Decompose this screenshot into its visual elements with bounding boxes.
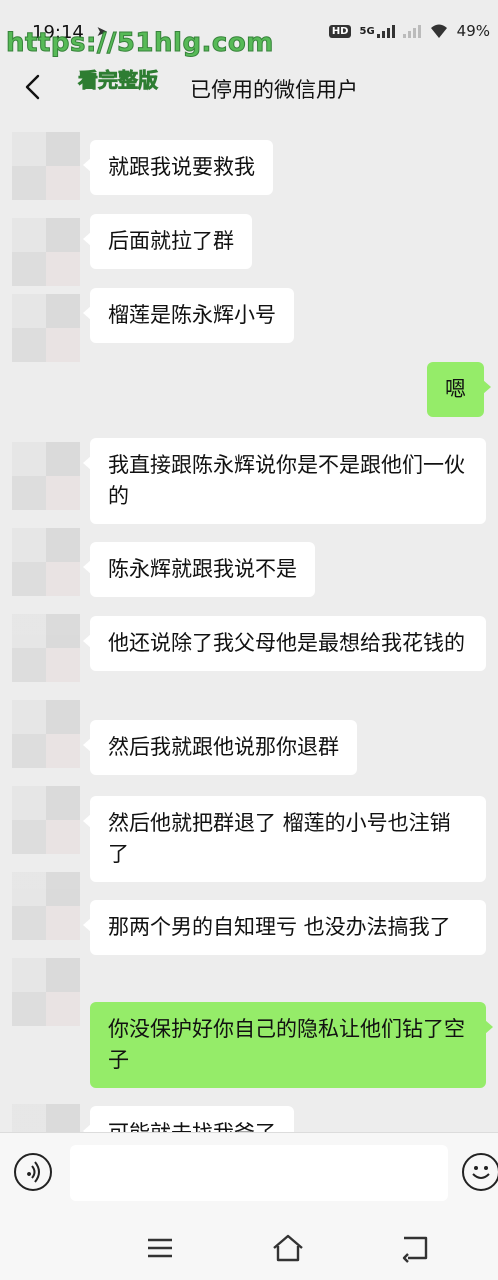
voice-icon[interactable] (14, 1153, 52, 1191)
avatar[interactable] (12, 294, 80, 362)
chat-area[interactable]: 就跟我说要救我 后面就拉了群 榴莲是陈永辉小号 嗯 我直接跟陈永辉说你是不是跟他… (0, 114, 498, 1132)
message-bubble-own[interactable]: 你没保护好你自己的隐私让他们钻了空子 (90, 1002, 493, 1088)
avatar[interactable] (12, 442, 80, 510)
message-bubble[interactable]: 然后我就跟他说那你退群 (83, 720, 357, 775)
network-label: 5G (359, 25, 375, 37)
hd-badge: HD (328, 24, 352, 38)
message-bubble[interactable]: 然后他就把群退了 榴莲的小号也注销了 (83, 796, 486, 882)
avatar[interactable] (12, 614, 80, 682)
wifi-icon (430, 24, 447, 38)
message-bubble[interactable]: 我直接跟陈永辉说你是不是跟他们一伙的 (83, 438, 486, 524)
avatar[interactable] (12, 958, 80, 1026)
chat-title: 已停用的微信用户 (190, 78, 358, 102)
signal-icon-2 (402, 24, 421, 38)
emoji-icon[interactable] (462, 1153, 498, 1191)
avatar[interactable] (12, 218, 80, 286)
watermark-url: https://51hlg.com (6, 28, 274, 59)
message-bubble[interactable]: 陈永辉就跟我说不是 (83, 542, 315, 597)
message-bubble[interactable]: 他还说除了我父母他是最想给我花钱的 (83, 616, 486, 671)
avatar[interactable] (12, 872, 80, 940)
avatar[interactable] (12, 786, 80, 854)
nav-bar: 已停用的微信用户 (0, 62, 498, 114)
message-bubble[interactable]: 榴莲是陈永辉小号 (83, 288, 294, 343)
message-input[interactable] (70, 1145, 448, 1201)
avatar[interactable] (12, 700, 80, 768)
status-indicators: HD 5G 49% (328, 22, 490, 40)
input-bar (0, 1132, 498, 1217)
avatar[interactable] (12, 132, 80, 200)
message-bubble[interactable]: 可能就去找我爸了 (83, 1106, 294, 1132)
avatar[interactable] (12, 528, 80, 596)
battery-level: 49% (456, 22, 490, 40)
message-bubble[interactable]: 后面就拉了群 (83, 214, 252, 269)
message-bubble[interactable]: 那两个男的自知理亏 也没办法搞我了 (83, 900, 486, 955)
menu-icon[interactable] (142, 1230, 178, 1266)
avatar[interactable] (12, 1104, 80, 1132)
back-arrow-icon[interactable] (18, 72, 48, 102)
system-nav-bar (0, 1216, 498, 1280)
message-bubble-own[interactable]: 嗯 (427, 362, 491, 417)
signal-icon (376, 24, 395, 38)
home-icon[interactable] (270, 1230, 306, 1266)
return-icon[interactable] (398, 1230, 434, 1266)
message-bubble[interactable]: 就跟我说要救我 (83, 140, 273, 195)
